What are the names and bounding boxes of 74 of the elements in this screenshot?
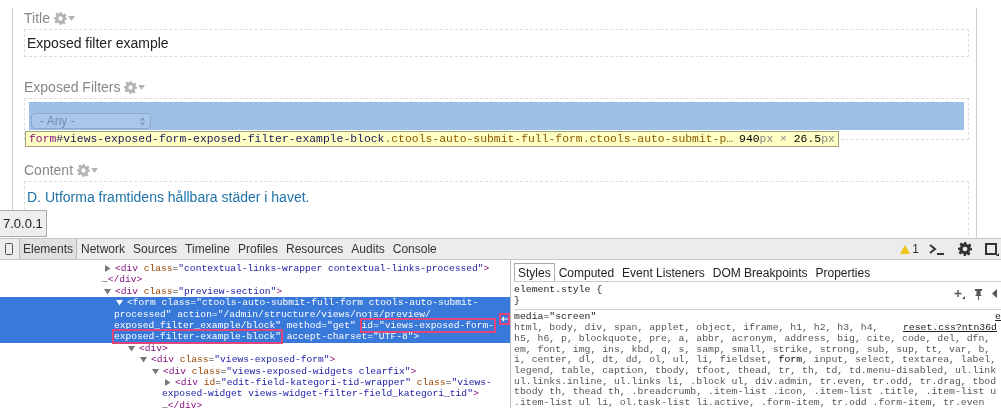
mobile-device-icon[interactable] (5, 243, 13, 255)
selector-text: i, center, dl, dt, dd, ol, ul, li, fieldset, form, input, select, textarea, label, (514, 355, 997, 366)
dock-icon[interactable] (985, 242, 999, 256)
devtools-tab[interactable]: Timeline (181, 239, 234, 259)
triangle-icon[interactable] (104, 265, 111, 273)
devtools-tab[interactable]: Sources (129, 239, 182, 259)
devtools-tab[interactable]: Console (388, 239, 441, 259)
section-heading: Exposed Filters (24, 79, 121, 95)
markup-text: …</div> (102, 274, 143, 286)
triangle-icon[interactable] (128, 344, 135, 352)
devtools-tab[interactable]: Resources (282, 239, 348, 259)
console-prompt-icon[interactable] (929, 243, 945, 255)
code-text: } (514, 295, 521, 307)
styles-tab[interactable]: DOM Breakpoints (708, 263, 812, 281)
markup-text: <div class="views-exposed-widgets clearfix"> (163, 365, 417, 377)
inspect-tooltip: form#views-exposed-form-exposed-filter-example-block.ctools-auto-submit-full-form.ctools-auto-submit-p… 940px × 26.5px (25, 131, 839, 147)
warning-counter[interactable]: 1 (900, 242, 919, 256)
selector-text: .item-list ul li, ol.task-list li.active, .form-item, tr.odd .form-item, tr.even (514, 398, 985, 408)
dom-tree-row[interactable]: <div class="preview-section"> (0, 285, 510, 298)
dom-tree-row[interactable]: <div class="contextual-links-wrapper contextual-links-processed"> …</div> (0, 263, 510, 286)
devtools-tab[interactable]: Profiles (234, 239, 282, 259)
markup-text: processed" action="/admin/structure/views/nojs/preview/ (114, 308, 431, 320)
stylesheet-link[interactable]: reset.css?ntn36d (902, 323, 997, 334)
dom-tree-row[interactable]: <div class="views-exposed-widgets clearfix"> (0, 365, 510, 377)
triangle-icon[interactable] (152, 367, 159, 375)
markup-text: exposed-filter-example-block" accept-charset="UTF-8"> (114, 331, 420, 343)
title-text: Exposed filter example (26, 34, 170, 53)
caret-icon (91, 167, 99, 173)
section-heading: Content (24, 162, 74, 178)
content-link[interactable]: D. Utforma framtidens hållbara städer i havet. (27, 189, 310, 205)
code-text: element.style { (514, 285, 603, 296)
dom-tree-row[interactable]: <div class="views-exposed-form"> (0, 354, 510, 366)
dom-tree-row[interactable]: <div> (0, 342, 510, 355)
selector-text: h5, h6, p, blockquote, pre, a, abbr, acronym, address, big, cite, code, del, dfn, (514, 333, 991, 345)
add-icon[interactable] (954, 289, 965, 299)
warning-icon (900, 244, 911, 254)
devtools-tab[interactable]: Network (77, 239, 130, 259)
selector-text: tbody th, thead th, .breadcrumb, .item-list .icon, .item-list .title, .item-list u (514, 387, 997, 398)
styles-tab[interactable]: Event Listeners (618, 263, 709, 281)
triangle-icon[interactable] (140, 356, 147, 364)
markup-text: <div id="edit-field-kategori-tid-wrapper" class="views- (175, 376, 492, 389)
url-tooltip: 7.0.0.1 (0, 210, 47, 237)
triangle-icon[interactable] (116, 299, 123, 307)
markup-text: exposed_filter_example/block" method="get" id="views-exposed-form- (114, 319, 495, 332)
triangle-icon[interactable] (992, 289, 997, 298)
selector-text: html, body, div, span, applet, object, iframe, h1, h2, h3, h4, (514, 323, 879, 334)
triangle-icon[interactable] (164, 379, 171, 387)
markup-text: exposed-widget views-widget-filter-field_kategori_tid"> (162, 388, 479, 400)
caret-icon (138, 84, 146, 90)
stylesheet-link[interactable]: e (995, 312, 1001, 324)
section-heading: Title (24, 10, 50, 26)
markup-text: …</div> (162, 399, 203, 408)
selector-text: ul.links.inline, ul.links li, .block ul, div.admin, tr.even, tr.odd, tr.drag, tbod (514, 376, 997, 387)
dom-tree-row[interactable]: <div id="edit-field-kategori-tid-wrapper" class="views- exposed-widget views-widget-filter-field_kategori_tid"> …</div> (0, 376, 510, 408)
settings-icon[interactable] (958, 242, 972, 256)
styles-tab[interactable]: Properties (811, 263, 875, 281)
devtools-tab[interactable]: Audits (347, 239, 389, 259)
markup-text: <form class="ctools-auto-submit-full-form ctools-auto-submit- (127, 297, 479, 309)
selector-text: legend, table, caption, tbody, tfoot, thead, tr, th, td, td.menu-disabled, ul.link (514, 365, 997, 377)
markup-text: <div class="preview-section"> (115, 285, 282, 298)
markup-text: <div class="views-exposed-form"> (151, 354, 336, 366)
dom-tree-row[interactable] (0, 297, 510, 343)
media-query-text: media="screen" (514, 312, 597, 323)
markup-text: <div> (139, 342, 168, 355)
selector-text: em, font, img, ins, kbd, q, s, samp, small, strike, strong, sub, sup, tt, var, b, (514, 344, 991, 355)
styles-tab[interactable]: Styles (514, 263, 555, 281)
arrow-icon (499, 313, 510, 325)
styles-tab[interactable]: Computed (554, 263, 619, 281)
updown-arrow-icon (140, 116, 145, 126)
markup-text: <div class="contextual-links-wrapper contextual-links-processed"> (115, 263, 490, 275)
devtools-tab[interactable]: Elements (19, 239, 78, 259)
pin-icon[interactable] (975, 289, 982, 300)
caret-icon (67, 15, 75, 21)
triangle-icon[interactable] (104, 287, 111, 295)
